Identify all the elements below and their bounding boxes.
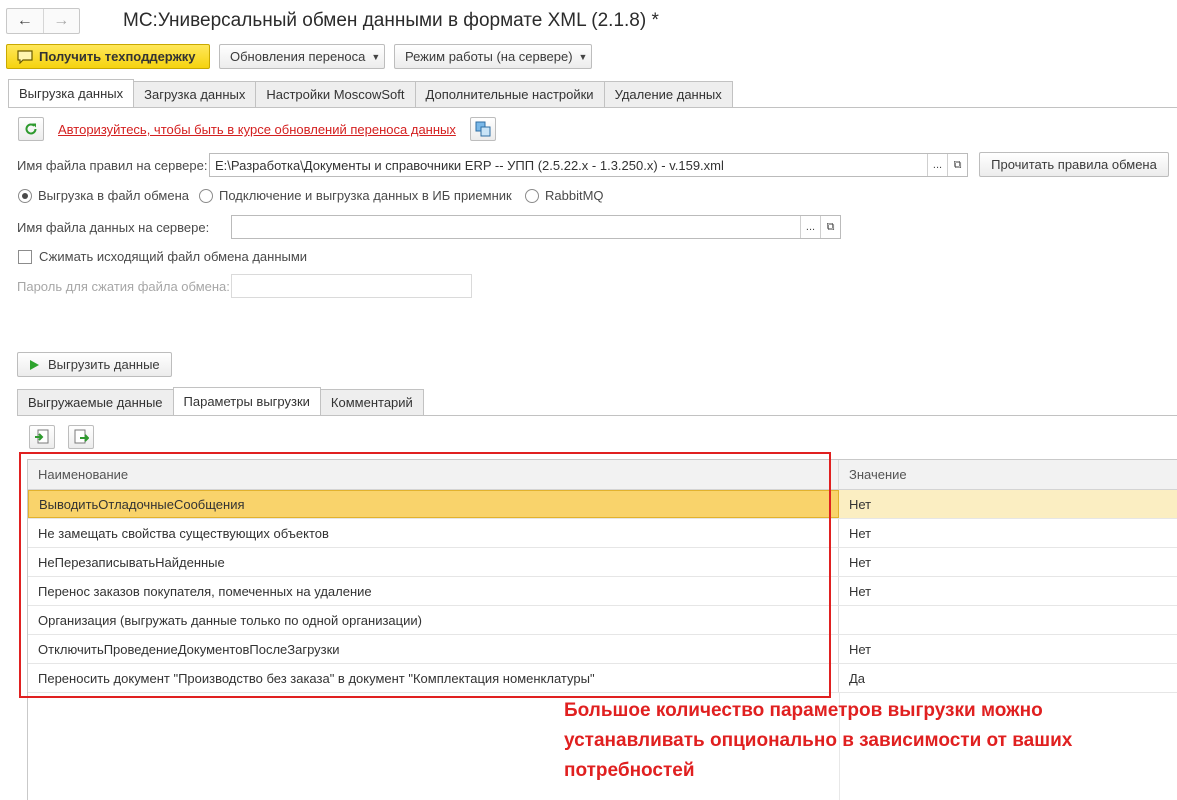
param-value[interactable]: Нет bbox=[839, 635, 1177, 663]
export-data-label: Выгрузить данные bbox=[48, 357, 160, 372]
load-params-button[interactable] bbox=[29, 425, 55, 449]
data-file-field[interactable]: ... ⧉ bbox=[231, 215, 841, 239]
sub-tabs-divider bbox=[17, 415, 1177, 416]
checkbox[interactable] bbox=[18, 249, 32, 264]
highlight-box bbox=[19, 452, 831, 698]
param-value[interactable]: Нет bbox=[839, 577, 1177, 605]
tab-additional-settings[interactable]: Дополнительные настройки bbox=[414, 81, 605, 107]
get-support-button[interactable]: Получить техподдержку bbox=[6, 44, 210, 69]
open-icon[interactable]: ⧉ bbox=[947, 154, 967, 176]
compress-checkbox[interactable]: Сжимать исходящий файл обмена данными bbox=[18, 249, 307, 264]
param-value[interactable]: Нет bbox=[839, 519, 1177, 547]
annotation-line: потребностей bbox=[564, 760, 695, 781]
transfer-updates-dropdown[interactable]: Обновления переноса ▼ bbox=[219, 44, 385, 69]
work-mode-label: Режим работы (на сервере) bbox=[405, 49, 573, 64]
annotation-line: устанавливать опционально в зависимости … bbox=[564, 730, 1073, 751]
open-icon[interactable]: ⧉ bbox=[820, 216, 840, 238]
work-mode-dropdown[interactable]: Режим работы (на сервере) ▼ bbox=[394, 44, 592, 69]
window-title: МС:Универсальный обмен данными в формате… bbox=[123, 10, 659, 31]
annotation-text: Большое количество параметров выгрузки м… bbox=[564, 696, 1164, 786]
tab-import-data[interactable]: Загрузка данных bbox=[133, 81, 257, 107]
param-value[interactable]: Да bbox=[839, 664, 1177, 692]
rules-file-field[interactable]: E:\Разработка\Документы и справочники ER… bbox=[209, 153, 968, 177]
user-settings-button[interactable] bbox=[470, 117, 496, 141]
compress-label: Сжимать исходящий файл обмена данными bbox=[39, 249, 308, 264]
read-rules-button[interactable]: Прочитать правила обмена bbox=[979, 152, 1169, 177]
tab-export-data[interactable]: Выгрузка данных bbox=[8, 79, 135, 107]
param-value[interactable]: Нет bbox=[839, 548, 1177, 576]
refresh-icon bbox=[25, 123, 37, 135]
exchange-icon bbox=[475, 121, 491, 137]
forward-arrow-icon[interactable]: → bbox=[42, 9, 80, 33]
radio-button[interactable] bbox=[199, 188, 213, 203]
password-field[interactable] bbox=[231, 274, 472, 298]
data-file-label: Имя файла данных на сервере: bbox=[17, 220, 210, 235]
chat-icon bbox=[17, 49, 33, 64]
rules-file-label: Имя файла правил на сервере: bbox=[17, 158, 208, 173]
main-tabs-divider bbox=[8, 107, 1177, 108]
select-file-button[interactable]: ... bbox=[927, 154, 947, 176]
chevron-down-icon: ▼ bbox=[371, 51, 381, 62]
password-label: Пароль для сжатия файла обмена: bbox=[17, 279, 230, 294]
export-mode-file[interactable]: Выгрузка в файл обмена bbox=[18, 188, 189, 203]
param-value[interactable]: Нет bbox=[839, 490, 1177, 518]
export-icon bbox=[74, 429, 89, 444]
play-icon bbox=[30, 359, 39, 370]
save-params-button[interactable] bbox=[68, 425, 94, 449]
refresh-button[interactable] bbox=[18, 117, 44, 141]
export-mode-rabbitmq[interactable]: RabbitMQ bbox=[525, 188, 604, 203]
tab-delete-data[interactable]: Удаление данных bbox=[603, 81, 733, 107]
tab-export-parameters[interactable]: Параметры выгрузки bbox=[172, 387, 321, 415]
import-icon bbox=[35, 429, 49, 444]
chevron-down-icon: ▼ bbox=[578, 51, 588, 62]
export-data-button[interactable]: Выгрузить данные bbox=[17, 352, 172, 377]
tab-comment[interactable]: Комментарий bbox=[319, 389, 424, 415]
nav-buttons: ← → bbox=[6, 8, 80, 34]
rules-file-value: E:\Разработка\Документы и справочники ER… bbox=[215, 157, 724, 173]
radio-button[interactable] bbox=[18, 188, 32, 203]
tab-moscowsoft-settings[interactable]: Настройки MoscowSoft bbox=[255, 81, 416, 107]
annotation-line: Большое количество параметров выгрузки м… bbox=[564, 700, 1043, 721]
column-header-value[interactable]: Значение bbox=[839, 460, 1177, 489]
export-mode-rabbitmq-label: RabbitMQ bbox=[545, 188, 604, 203]
main-tabs: Выгрузка данных Загрузка данных Настройк… bbox=[8, 79, 733, 107]
tab-exported-data[interactable]: Выгружаемые данные bbox=[17, 389, 174, 415]
auth-link[interactable]: Авторизуйтесь, чтобы быть в курсе обновл… bbox=[58, 122, 456, 137]
sub-tabs: Выгружаемые данные Параметры выгрузки Ко… bbox=[17, 387, 424, 415]
param-value[interactable] bbox=[839, 606, 1177, 634]
get-support-label: Получить техподдержку bbox=[39, 49, 196, 64]
export-mode-file-label: Выгрузка в файл обмена bbox=[38, 188, 189, 203]
radio-button[interactable] bbox=[525, 188, 539, 203]
export-mode-connect[interactable]: Подключение и выгрузка данных в ИБ прием… bbox=[199, 188, 512, 203]
select-file-button[interactable]: ... bbox=[800, 216, 820, 238]
export-mode-connect-label: Подключение и выгрузка данных в ИБ прием… bbox=[219, 188, 512, 203]
transfer-updates-label: Обновления переноса bbox=[230, 49, 366, 64]
back-arrow-icon[interactable]: ← bbox=[7, 9, 43, 33]
